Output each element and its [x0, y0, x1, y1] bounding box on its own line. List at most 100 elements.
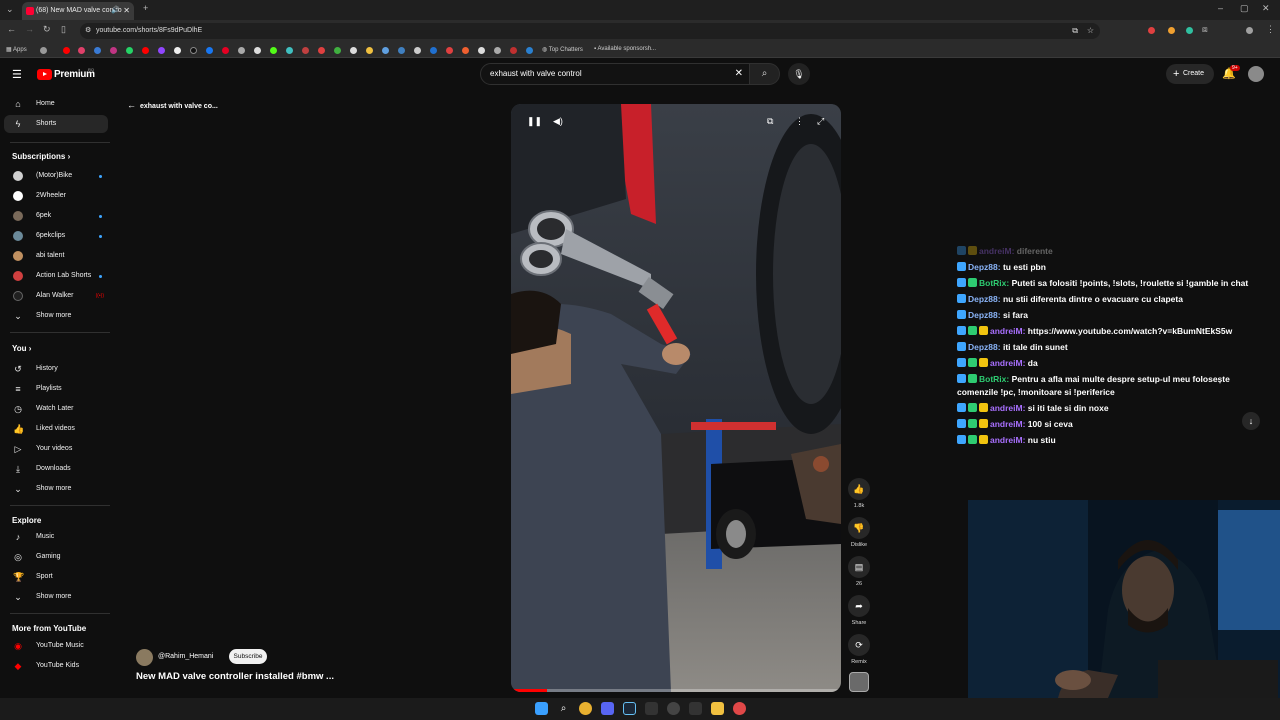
chat-username[interactable]: Depz88: [968, 262, 1001, 272]
channel-name[interactable]: @Rahim_Hemani [158, 653, 213, 660]
sidebar-item-watch-later[interactable]: ◷ Watch Later [4, 400, 108, 418]
app-icon[interactable] [733, 702, 746, 715]
bookmark-icon[interactable] [462, 47, 469, 54]
discord-icon[interactable] [601, 702, 614, 715]
subscription-item[interactable]: Action Lab Shorts [4, 267, 108, 285]
minimize-icon[interactable]: – [1218, 3, 1223, 13]
extension-icon[interactable] [1168, 27, 1175, 34]
back-to-search-link[interactable]: ← exhaust with valve co... [127, 100, 218, 110]
sidebar-item-sport[interactable]: 🏆 Sport [4, 568, 108, 586]
like-button[interactable]: 👍 1.8k [848, 478, 870, 509]
bookmark-icon[interactable] [382, 47, 389, 54]
chrome-icon[interactable] [579, 702, 592, 715]
bookmark-icon[interactable] [494, 47, 501, 54]
you-heading[interactable]: You › [12, 344, 31, 353]
search-input[interactable]: exhaust with valve control ✕ [480, 63, 750, 85]
bookmark-icon[interactable] [94, 47, 101, 54]
account-avatar[interactable] [1248, 66, 1264, 82]
subscription-item[interactable]: abi talent [4, 247, 108, 265]
reload-icon[interactable]: ↻ [43, 24, 51, 35]
bookmark-icon[interactable] [302, 47, 309, 54]
remix-button[interactable]: ⟳ Remix [848, 634, 870, 665]
tab-audio-icon[interactable]: 🔊 [111, 2, 120, 20]
app-icon[interactable] [689, 702, 702, 715]
bookmark-icon[interactable] [414, 47, 421, 54]
scroll-down-icon[interactable]: ↓ [1242, 412, 1260, 430]
sidebar-item-your-videos[interactable]: ▷ Your videos [4, 440, 108, 458]
extensions-puzzle-icon[interactable]: ⧈ [1202, 24, 1208, 35]
tab-close-icon[interactable]: ✕ [123, 2, 130, 20]
show-more-subscriptions[interactable]: ⌄ Show more [4, 307, 108, 325]
chat-username[interactable]: Depz88: [968, 342, 1001, 352]
sidebar-item-shorts[interactable]: ϟ Shorts [4, 115, 108, 133]
sidebar-item-youtube-kids[interactable]: ◆ YouTube Kids [4, 657, 108, 675]
chat-username[interactable]: Depz88: [968, 294, 1001, 304]
bookmark-instagram-icon[interactable] [110, 47, 117, 54]
new-tab-icon[interactable]: + [143, 3, 148, 13]
extension-icon[interactable] [1148, 27, 1155, 34]
bookmark-icon[interactable] [78, 47, 85, 54]
chat-username[interactable]: BotRix: [979, 374, 1009, 384]
sidebar-item-youtube-music[interactable]: ◉ YouTube Music [4, 637, 108, 655]
bookmark-whatsapp-icon[interactable] [126, 47, 133, 54]
chat-username[interactable]: andreiM: [990, 435, 1025, 445]
subscription-item[interactable]: 2Wheeler [4, 187, 108, 205]
url-field[interactable]: ⚙ youtube.com/shorts/8Fs9dPuDlhE ⧉ ☆ [80, 23, 1100, 39]
bookmark-icon[interactable] [478, 47, 485, 54]
search-icon[interactable]: ⌕ [557, 702, 570, 715]
video-title[interactable]: New MAD valve controller installed #bmw … [136, 671, 334, 682]
bookmark-top-chatters[interactable]: ◍ Top Chatters [542, 46, 583, 53]
bookmark-icon[interactable] [334, 47, 341, 54]
bookmark-icon[interactable] [446, 47, 453, 54]
chat-username[interactable]: BotRix: [979, 278, 1009, 288]
browser-menu-icon[interactable]: ⋮ [1266, 24, 1275, 35]
chat-username[interactable]: andreiM: [979, 246, 1014, 256]
video-progress-bar[interactable] [511, 689, 841, 692]
bookmark-facebook-icon[interactable] [206, 47, 213, 54]
sidebar-toggle-icon[interactable]: ▯ [61, 24, 66, 35]
file-explorer-icon[interactable] [711, 702, 724, 715]
site-info-icon[interactable]: ⚙ [85, 23, 91, 39]
sidebar-item-history[interactable]: ↺ History [4, 360, 108, 378]
fullscreen-icon[interactable]: ⤢ [817, 116, 824, 127]
steam-icon[interactable] [623, 702, 636, 715]
comments-button[interactable]: ▤ 26 [848, 556, 870, 587]
bookmark-icon[interactable] [430, 47, 437, 54]
bookmark-star-icon[interactable]: ☆ [1087, 23, 1094, 39]
chat-username[interactable]: andreiM: [990, 403, 1025, 413]
bookmark-icon[interactable] [286, 47, 293, 54]
captions-icon[interactable]: ⧉ [767, 116, 773, 127]
app-icon[interactable] [667, 702, 680, 715]
show-more-explore[interactable]: ⌄ Show more [4, 588, 108, 606]
chat-username[interactable]: Depz88: [968, 310, 1001, 320]
tab-search-icon[interactable]: ⌄ [6, 4, 14, 15]
bookmark-icon[interactable] [366, 47, 373, 54]
forward-icon[interactable]: → [25, 24, 34, 34]
audio-track-thumbnail[interactable] [849, 672, 869, 692]
bookmark-icon[interactable] [526, 47, 533, 54]
extension-icon[interactable] [1186, 27, 1193, 34]
bookmark-icon[interactable] [238, 47, 245, 54]
sidebar-item-liked-videos[interactable]: 👍 Liked videos [4, 420, 108, 438]
voice-search-button[interactable]: 🎙 [788, 63, 810, 85]
bookmark-twitch-icon[interactable] [158, 47, 165, 54]
bookmark-kick-icon[interactable] [270, 47, 277, 54]
close-window-icon[interactable]: ✕ [1262, 3, 1270, 14]
sidebar-item-home[interactable]: ⌂ Home [4, 95, 108, 113]
sidebar-item-gaming[interactable]: ◎ Gaming [4, 548, 108, 566]
sidebar-item-downloads[interactable]: ⤓ Downloads [4, 460, 108, 478]
more-options-icon[interactable]: ⋮ [795, 116, 804, 127]
bookmark-icon[interactable] [254, 47, 261, 54]
maximize-icon[interactable]: ▢ [1240, 3, 1249, 14]
pause-icon[interactable]: ❚❚ [527, 116, 542, 127]
bookmark-available-sponsorships[interactable]: ▪ Available sponsorsh... [594, 46, 656, 52]
profile-avatar[interactable] [1246, 27, 1253, 34]
search-button[interactable]: ⌕ [750, 63, 780, 85]
shorts-video-player[interactable]: ❚❚ ◀) ⧉ ⋮ ⤢ [511, 104, 841, 692]
clear-search-icon[interactable]: ✕ [735, 64, 743, 84]
browser-tab[interactable]: (68) New MAD valve contro 🔊 ✕ [22, 2, 134, 20]
start-menu-icon[interactable] [535, 702, 548, 715]
cast-icon[interactable]: ⧉ [1072, 23, 1078, 39]
dislike-button[interactable]: 👎 Dislike [848, 517, 870, 548]
bookmark-icon[interactable] [318, 47, 325, 54]
